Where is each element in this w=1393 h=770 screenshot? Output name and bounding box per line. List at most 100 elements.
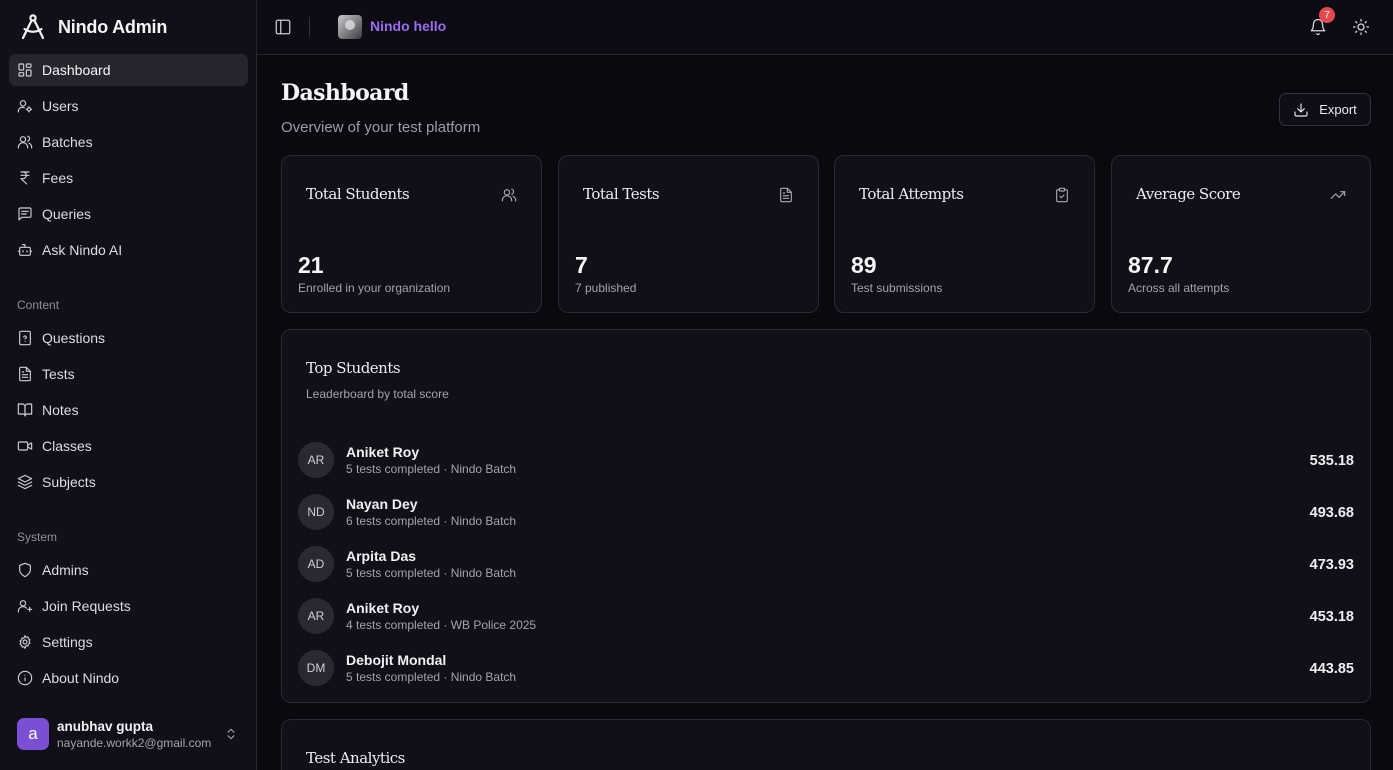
sidebar-item-settings[interactable]: Settings (9, 626, 248, 658)
leaderboard-row[interactable]: AR Aniket Roy 4 tests completed · WB Pol… (298, 596, 1354, 636)
user-info: anubhav gupta nayande.workk2@gmail.com (57, 719, 211, 750)
file-text-icon (17, 366, 33, 382)
bot-icon (17, 242, 33, 258)
student-score: 493.68 (1309, 505, 1354, 521)
top-bar: Nindo hello 7 (257, 0, 1393, 55)
stat-description: Test submissions (851, 281, 943, 295)
stat-description: Across all attempts (1128, 281, 1230, 295)
user-menu[interactable]: a anubhav gupta nayande.workk2@gmail.com (9, 711, 248, 757)
student-meta: 5 tests completed · Nindo Batch (346, 462, 517, 476)
sidebar-item-classes[interactable]: Classes (9, 430, 248, 462)
sidebar-item-admins[interactable]: Admins (9, 554, 248, 586)
user-email: nayande.workk2@gmail.com (57, 735, 212, 750)
stat-value: 87.7 (1128, 252, 1173, 278)
system-group-label: System (17, 530, 58, 544)
stat-card-total-students: Total Students 21 Enrolled in your organ… (281, 155, 542, 313)
student-score: 535.18 (1309, 453, 1354, 469)
sidebar-item-fees[interactable]: Fees (9, 162, 248, 194)
panel-subtitle: Leaderboard by total score (306, 387, 449, 401)
leaderboard-row[interactable]: ND Nayan Dey 6 tests completed · Nindo B… (298, 492, 1354, 532)
brand[interactable]: Nindo Admin (18, 12, 167, 42)
student-meta: 4 tests completed · WB Police 2025 (346, 618, 537, 632)
info-icon (17, 670, 33, 686)
sidebar-item-tests[interactable]: Tests (9, 358, 248, 390)
sidebar-item-label: Dashboard (42, 62, 111, 78)
avatar: AD (298, 546, 334, 582)
sidebar-item-ask-nindo-ai[interactable]: Ask Nindo AI (9, 234, 248, 266)
student-meta: 5 tests completed · Nindo Batch (346, 566, 517, 580)
stat-value: 7 (575, 252, 588, 278)
student-name: Debojit Mondal (346, 652, 447, 668)
file-question-icon (17, 330, 33, 346)
sidebar-item-label: Tests (42, 366, 75, 382)
sidebar: Nindo Admin Dashboard Users Batches Fees… (0, 0, 257, 770)
sidebar-item-label: Fees (42, 170, 74, 186)
test-analytics-panel: Test Analytics (281, 719, 1371, 770)
sidebar-item-label: Questions (42, 330, 106, 346)
chevrons-up-down-icon (224, 726, 238, 742)
video-icon (17, 438, 33, 454)
divider (309, 17, 310, 37)
leaderboard-row[interactable]: AR Aniket Roy 5 tests completed · Nindo … (298, 440, 1354, 480)
clipboard-check-icon (1054, 187, 1070, 203)
stat-card-average-score: Average Score 87.7 Across all attempts (1111, 155, 1371, 313)
sidebar-item-about-nindo[interactable]: About Nindo (9, 662, 248, 694)
stat-title: Average Score (1136, 185, 1241, 203)
message-square-text-icon (17, 206, 33, 222)
stat-value: 89 (851, 252, 877, 278)
export-button[interactable]: Export (1279, 93, 1371, 126)
org-name[interactable]: Nindo hello (370, 18, 446, 34)
layers-icon (17, 474, 33, 490)
panel-title: Top Students (306, 359, 401, 377)
student-score: 443.85 (1309, 661, 1354, 677)
student-name: Aniket Roy (346, 444, 420, 460)
gear-icon (17, 634, 33, 650)
user-cog-icon (17, 98, 33, 114)
users-icon (501, 187, 517, 203)
student-name: Arpita Das (346, 548, 417, 564)
avatar: DM (298, 650, 334, 686)
app-title: Nindo Admin (58, 16, 168, 37)
sidebar-item-label: Classes (42, 438, 92, 454)
sidebar-item-subjects[interactable]: Subjects (9, 466, 248, 498)
sidebar-item-label: Users (42, 98, 79, 114)
stat-title: Total Students (306, 185, 410, 203)
page-title: Dashboard (281, 80, 409, 106)
sidebar-item-label: Admins (42, 562, 89, 578)
sidebar-item-join-requests[interactable]: Join Requests (9, 590, 248, 622)
stat-description: Enrolled in your organization (298, 281, 451, 295)
content-group-label: Content (17, 298, 60, 312)
notification-badge: 7 (1319, 7, 1335, 23)
download-icon (1293, 102, 1309, 118)
avatar: AR (298, 442, 334, 478)
student-score: 473.93 (1309, 557, 1354, 573)
user-plus-icon (17, 598, 33, 614)
leaderboard-row[interactable]: DM Debojit Mondal 5 tests completed · Ni… (298, 648, 1354, 688)
sidebar-toggle-icon[interactable] (274, 18, 292, 36)
top-students-panel: Top Students Leaderboard by total score … (281, 329, 1371, 703)
sidebar-item-label: Notes (42, 402, 79, 418)
page-subtitle: Overview of your test platform (281, 119, 481, 136)
sun-icon[interactable] (1352, 18, 1370, 36)
panel-title: Test Analytics (306, 749, 405, 767)
student-name: Nayan Dey (346, 496, 418, 512)
sidebar-item-users[interactable]: Users (9, 90, 248, 122)
user-name: anubhav gupta (57, 718, 154, 734)
avatar: AR (298, 598, 334, 634)
sidebar-item-label: Join Requests (42, 598, 131, 614)
leaderboard-row[interactable]: AD Arpita Das 5 tests completed · Nindo … (298, 544, 1354, 584)
sidebar-item-batches[interactable]: Batches (9, 126, 248, 158)
layout-dashboard-icon (17, 62, 33, 78)
org-avatar[interactable] (338, 15, 362, 39)
stat-title: Total Tests (583, 185, 660, 203)
export-label: Export (1319, 102, 1357, 117)
stat-card-total-tests: Total Tests 7 7 published (558, 155, 819, 313)
sidebar-item-queries[interactable]: Queries (9, 198, 248, 230)
stat-title: Total Attempts (859, 185, 964, 203)
stat-card-total-attempts: Total Attempts 89 Test submissions (834, 155, 1095, 313)
sidebar-item-questions[interactable]: Questions (9, 322, 248, 354)
sidebar-item-notes[interactable]: Notes (9, 394, 248, 426)
stat-value: 21 (298, 252, 324, 278)
sidebar-item-dashboard[interactable]: Dashboard (9, 54, 248, 86)
compass-logo-icon (18, 12, 48, 42)
